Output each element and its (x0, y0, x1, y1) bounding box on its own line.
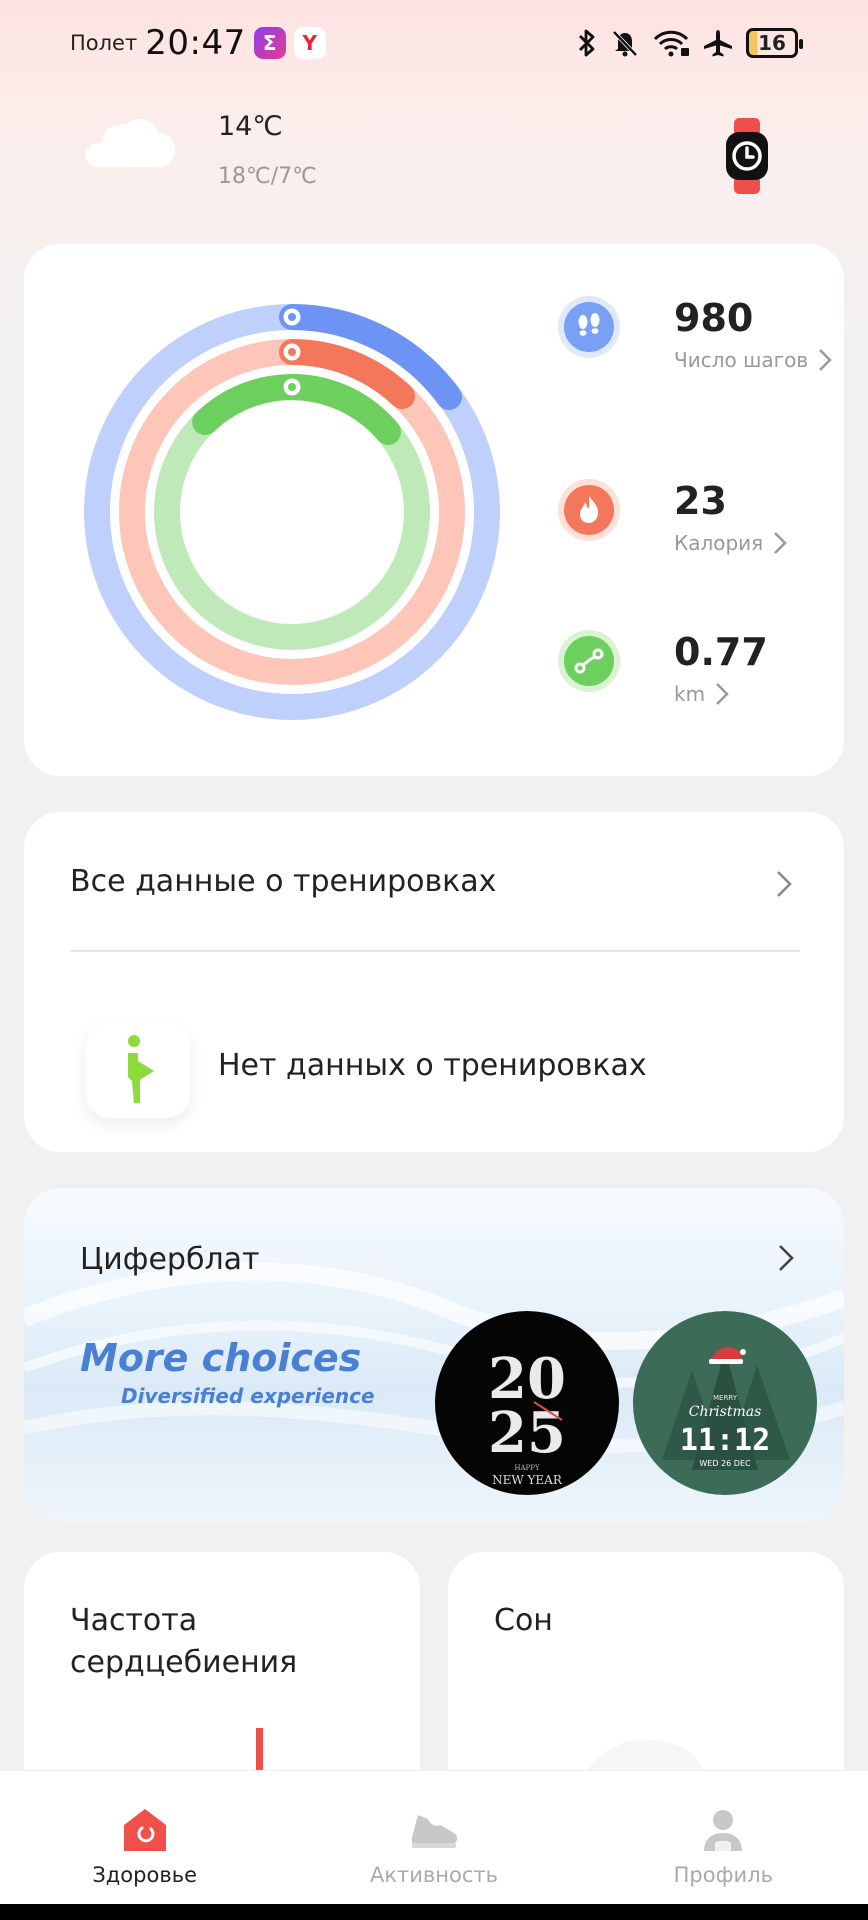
watchface-card[interactable]: Циферблат More choices Diversified exper… (24, 1188, 844, 1522)
promo-title: More choices (80, 1336, 362, 1380)
face1-year-bottom: 25 (488, 1400, 566, 1466)
profile-icon (704, 1810, 743, 1851)
calories-text: 23 Калория (674, 479, 787, 555)
face2-merry: MERRY (713, 1394, 738, 1402)
battery-indicator: 16 (746, 28, 803, 58)
calories-value: 23 (674, 479, 727, 523)
sneaker-icon (411, 1815, 457, 1848)
sleep-title: Сон (494, 1603, 553, 1638)
nav-profile-label: Профиль (673, 1863, 773, 1887)
status-bar: Полет 20:47 Σ Y 16 (0, 0, 868, 86)
all-workouts-title: Все данные о тренировках (70, 864, 497, 899)
footsteps-icon (558, 296, 620, 358)
workouts-card: Все данные о тренировках Нет данных о тр… (24, 812, 844, 1152)
smartwatch-icon (726, 118, 768, 194)
wifi-icon (653, 30, 689, 57)
steps-label-row: Число шагов (674, 348, 832, 372)
status-bar-right: 16 (576, 28, 803, 58)
calories-label-row: Калория (674, 531, 787, 555)
carrier-label: Полет (70, 31, 138, 55)
system-navigation-bar (0, 1904, 868, 1920)
health-home-icon (123, 1809, 166, 1851)
calories-label: Калория (674, 531, 764, 555)
nav-activity-label: Активность (369, 1863, 499, 1887)
face2-time: 11:12 (680, 1423, 770, 1458)
runner-icon (128, 1035, 154, 1103)
nav-activity[interactable]: Активность (289, 1771, 578, 1904)
chevron-right-icon (779, 1245, 794, 1271)
chevron-right-icon (774, 532, 787, 554)
distance-text: 0.77 km (674, 630, 768, 706)
christmas-face-art: MERRY Christmas 11:12 WED 26 DEC (633, 1311, 817, 1495)
nav-health-label: Здоровье (92, 1863, 197, 1887)
heart-rate-bar (256, 1728, 263, 1772)
current-temperature: 14℃ (218, 111, 283, 142)
weather-widget[interactable]: 14℃ 18℃/7℃ (80, 105, 317, 189)
bluetooth-icon (579, 29, 595, 57)
face2-christmas: Christmas (689, 1404, 762, 1420)
bottom-navigation: Здоровье Активность Профиль (0, 1770, 868, 1904)
face1-caption: NEW YEAR (492, 1473, 563, 1487)
watchface-christmas[interactable]: MERRY Christmas 11:12 WED 26 DEC (632, 1310, 818, 1500)
distance-label-row: km (674, 682, 768, 706)
watchface-title: Циферблат (80, 1242, 260, 1277)
no-workouts-text: Нет данных о тренировках (218, 1048, 647, 1083)
nav-profile[interactable]: Профиль (579, 1771, 868, 1904)
divider (70, 950, 800, 952)
muted-bell-icon (612, 30, 638, 57)
watchface-new-year[interactable]: 20 25 HAPPY NEW YEAR (434, 1310, 620, 1500)
heart-rate-title: Частота сердцебиения (70, 1603, 298, 1680)
new-year-face-art: 20 25 HAPPY NEW YEAR (435, 1311, 619, 1495)
steps-value: 980 (674, 296, 754, 340)
weather-texts: 14℃ 18℃/7℃ (218, 111, 317, 189)
distance-label: km (674, 682, 706, 706)
steps-label: Число шагов (674, 348, 809, 372)
chevron-right-icon (819, 349, 832, 371)
workout-icon-box (86, 1022, 190, 1118)
chevron-right-icon (777, 871, 792, 897)
promo-subtitle: Diversified experience (121, 1384, 375, 1408)
cloud-icon (85, 118, 176, 167)
chevron-right-icon (716, 683, 729, 705)
flame-icon (558, 479, 620, 541)
face2-date: WED 26 DEC (699, 1459, 751, 1468)
route-icon (558, 630, 620, 692)
status-bar-left: Полет 20:47 Σ Y (70, 23, 326, 63)
calories-stat[interactable]: 23 Калория (558, 479, 787, 555)
clock: 20:47 (145, 23, 246, 63)
activity-summary-card[interactable]: 980 Число шагов 23 Калория 0.77 km (24, 244, 844, 776)
activity-rings (84, 304, 500, 720)
device-watch-button[interactable] (722, 116, 772, 200)
battery-level: 16 (758, 31, 786, 55)
steps-text: 980 Число шагов (674, 296, 832, 372)
distance-value: 0.77 (674, 630, 768, 674)
temperature-range: 18℃/7℃ (218, 164, 317, 189)
airplane-mode-icon (704, 30, 732, 57)
steps-stat[interactable]: 980 Число шагов (558, 296, 832, 372)
face1-caption-small: HAPPY (514, 1464, 540, 1472)
app-notification-icon: Σ (253, 27, 286, 59)
yandex-notification-icon: Y (293, 27, 326, 59)
nav-health[interactable]: Здоровье (0, 1771, 289, 1904)
distance-stat[interactable]: 0.77 km (558, 630, 768, 706)
